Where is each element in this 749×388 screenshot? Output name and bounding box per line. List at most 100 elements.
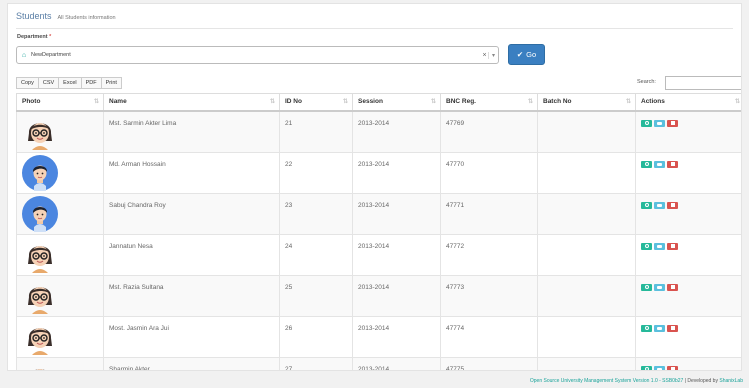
name-cell: Sharmin Akter	[103, 356, 280, 370]
col-id-label: ID No	[285, 98, 302, 106]
edit-button[interactable]	[654, 119, 665, 127]
female-glasses-avatar-icon	[22, 245, 58, 275]
col-actions[interactable]: Actions ⇅	[635, 93, 741, 112]
col-batch[interactable]: Batch No ⇅	[537, 93, 636, 112]
col-name[interactable]: Name ⇅	[103, 93, 280, 112]
sort-icon: ⇅	[527, 99, 533, 105]
id-cell: 27	[279, 356, 353, 370]
photo-cell	[16, 110, 104, 153]
col-name-label: Name	[109, 98, 127, 106]
footer-system: Open Source University Management System…	[529, 378, 684, 384]
department-select[interactable]: ⌂ NewDepartment × ▾	[16, 46, 499, 64]
page-title: Students	[16, 11, 52, 21]
edit-icon	[657, 162, 662, 166]
session-cell: 2013-2014	[352, 192, 441, 235]
edit-button[interactable]	[654, 201, 665, 209]
batch-cell	[537, 356, 636, 370]
reg-cell: 47772	[440, 233, 538, 276]
delete-button[interactable]	[667, 324, 678, 332]
reg-cell: 47769	[440, 110, 538, 153]
csv-button[interactable]: CSV	[37, 77, 60, 89]
id-cell: 24	[279, 233, 353, 276]
id-cell: 22	[279, 151, 353, 194]
search-input[interactable]	[665, 76, 741, 90]
view-button[interactable]	[641, 201, 652, 209]
photo-cell	[16, 233, 104, 276]
delete-button[interactable]	[667, 201, 678, 209]
view-button[interactable]	[641, 283, 652, 291]
name-cell: Mst. Sarmin Akter Lima	[103, 110, 280, 153]
sort-icon: ⇅	[430, 99, 436, 105]
edit-button[interactable]	[654, 365, 665, 370]
excel-button[interactable]: Excel	[58, 77, 82, 89]
edit-button[interactable]	[654, 324, 665, 332]
female-glasses-avatar-icon	[22, 327, 58, 357]
clear-icon[interactable]: ×	[481, 52, 488, 59]
table-row: Sabuj Chandra Roy 23 2013-2014 47771	[16, 192, 741, 235]
male-avatar-icon	[22, 154, 58, 193]
photo-cell	[16, 192, 104, 235]
col-bnc-reg[interactable]: BNC Reg. ⇅	[440, 93, 538, 112]
required-mark: *	[49, 34, 52, 40]
delete-button[interactable]	[667, 283, 678, 291]
trash-icon	[670, 244, 675, 248]
name-cell: Md. Arman Hossain	[103, 151, 280, 194]
chevron-down-icon[interactable]: ▾	[488, 51, 498, 59]
edit-button[interactable]	[654, 242, 665, 250]
sort-icon: ⇅	[342, 99, 348, 105]
magnifier-icon	[644, 162, 649, 166]
col-session[interactable]: Session ⇅	[352, 93, 441, 112]
sort-icon: ⇅	[269, 99, 275, 105]
delete-button[interactable]	[667, 160, 678, 168]
actions-cell	[635, 151, 741, 194]
photo-cell	[16, 356, 104, 370]
male-avatar-icon	[22, 195, 58, 234]
edit-icon	[657, 244, 662, 248]
edit-icon	[657, 326, 662, 330]
sort-icon: ⇅	[93, 99, 99, 105]
batch-cell	[537, 151, 636, 194]
edit-button[interactable]	[654, 160, 665, 168]
pdf-button[interactable]: PDF	[80, 77, 102, 89]
view-button[interactable]	[641, 365, 652, 370]
footer-dev-link[interactable]: ShanixLab	[719, 378, 743, 384]
batch-cell	[537, 192, 636, 235]
footer: Open Source University Management System…	[530, 378, 743, 384]
students-panel: Students All Students information Depart…	[7, 3, 742, 371]
edit-icon	[657, 121, 662, 125]
batch-cell	[537, 274, 636, 317]
edit-button[interactable]	[654, 283, 665, 291]
delete-button[interactable]	[667, 119, 678, 127]
session-cell: 2013-2014	[352, 315, 441, 358]
department-selected-value: NewDepartment	[31, 52, 71, 58]
go-button[interactable]: ✔ Go	[508, 44, 545, 65]
actions-cell	[635, 274, 741, 317]
view-button[interactable]	[641, 324, 652, 332]
col-session-label: Session	[358, 98, 383, 106]
edit-icon	[657, 285, 662, 289]
reg-cell: 47771	[440, 192, 538, 235]
table-row: Sharmin Akter 27 2013-2014 47775	[16, 356, 741, 370]
copy-button[interactable]: Copy	[16, 77, 39, 89]
go-button-label: Go	[526, 50, 537, 59]
reg-cell: 47775	[440, 356, 538, 370]
delete-button[interactable]	[667, 365, 678, 370]
view-button[interactable]	[641, 160, 652, 168]
id-cell: 23	[279, 192, 353, 235]
print-button[interactable]: Print	[100, 77, 122, 89]
photo-cell	[16, 151, 104, 194]
col-id[interactable]: ID No ⇅	[279, 93, 353, 112]
batch-cell	[537, 110, 636, 153]
reg-cell: 47770	[440, 151, 538, 194]
students-table: Photo ⇅ Name ⇅ ID No ⇅ Session ⇅ BNC Reg. ⇅ B…	[16, 93, 741, 370]
col-photo[interactable]: Photo ⇅	[16, 93, 104, 112]
view-button[interactable]	[641, 119, 652, 127]
table-row: Mst. Sarmin Akter Lima 21 2013-2014 47769	[16, 110, 741, 153]
session-cell: 2013-2014	[352, 233, 441, 276]
delete-button[interactable]	[667, 242, 678, 250]
actions-cell	[635, 356, 741, 370]
magnifier-icon	[644, 244, 649, 248]
view-button[interactable]	[641, 242, 652, 250]
reg-cell: 47774	[440, 315, 538, 358]
trash-icon	[670, 121, 675, 125]
